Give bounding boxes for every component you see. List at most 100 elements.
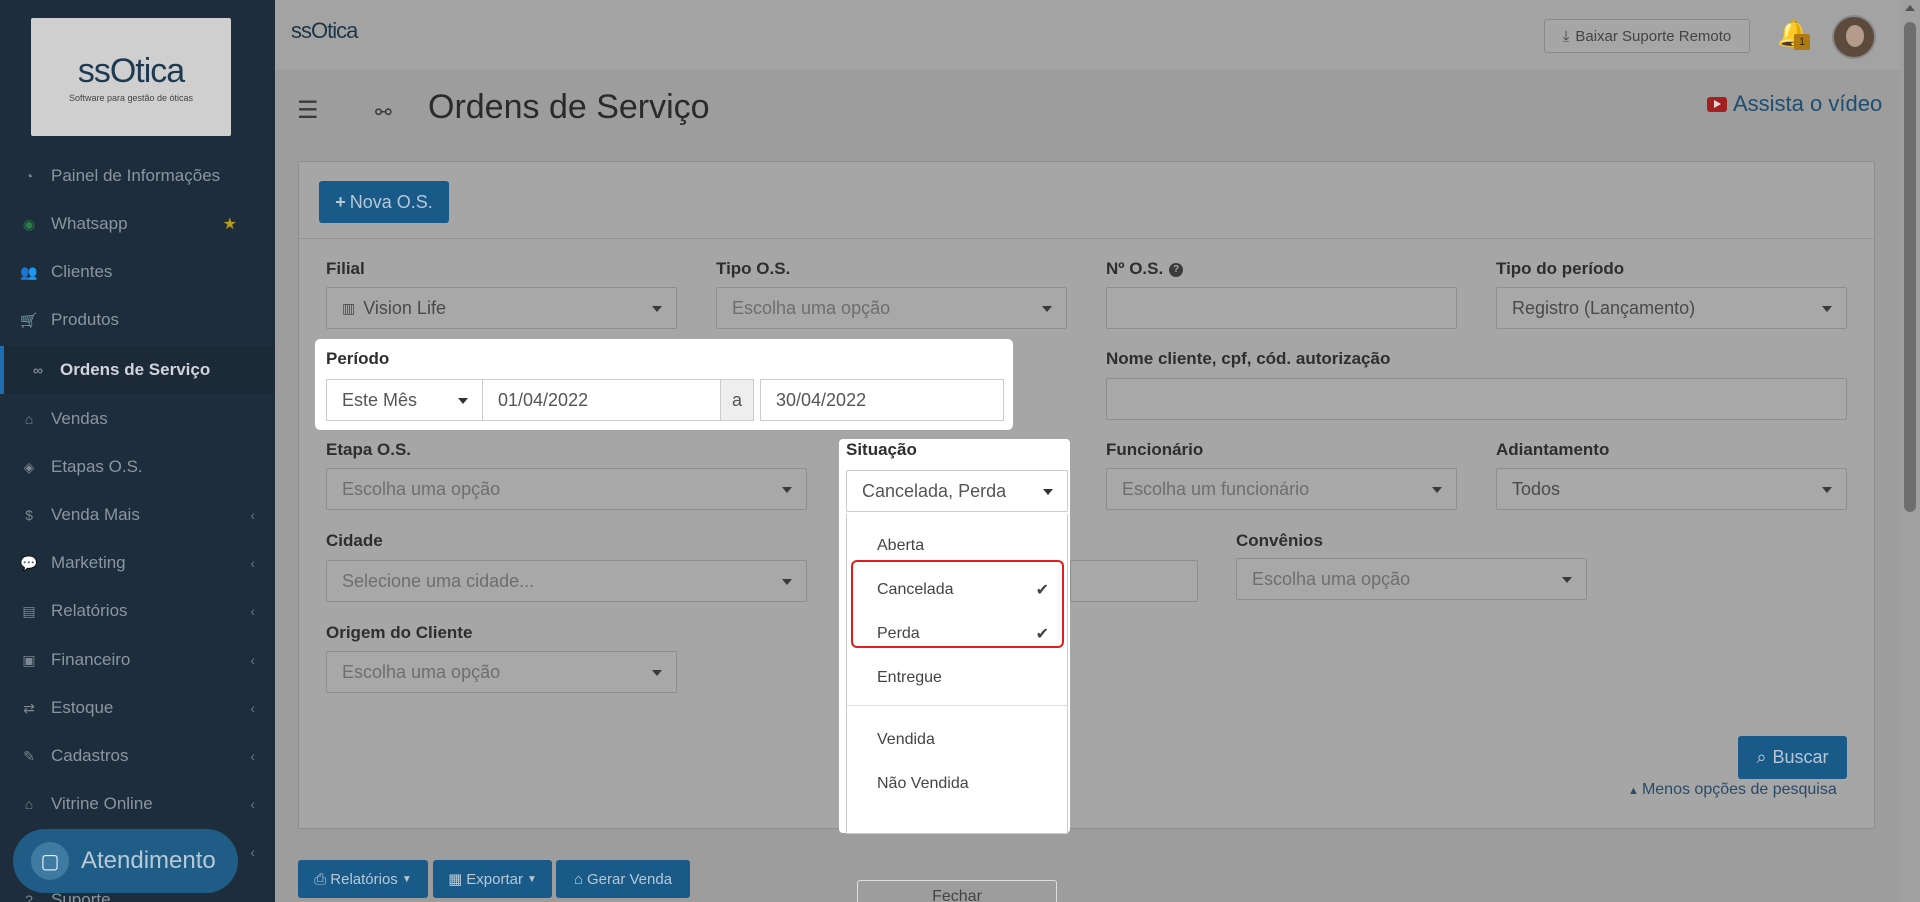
download-icon: ⤓	[1562, 27, 1570, 45]
sidebar-item-vendas[interactable]: ⌂ Vendas	[0, 395, 275, 443]
situacao-option-entregue[interactable]: Entregue	[847, 659, 1067, 697]
adiantamento-label: Adiantamento	[1496, 440, 1610, 459]
sidebar-item-vitrine[interactable]: ⌂ Vitrine Online ‹	[0, 780, 275, 828]
funcionario-select[interactable]: Escolha um funcionário	[1106, 468, 1457, 510]
nome-cliente-input[interactable]	[1106, 378, 1847, 420]
scrollbar-thumb[interactable]	[1904, 22, 1916, 512]
hidden-input-behind-dropdown[interactable]	[1070, 560, 1198, 602]
convenios-select[interactable]: Escolha uma opção	[1236, 558, 1587, 600]
baixar-suporte-button[interactable]: ⤓ Baixar Suporte Remoto	[1544, 19, 1750, 53]
assista-video-link[interactable]: Assista o vídeo	[1707, 91, 1882, 117]
support-icon: ?	[25, 892, 33, 902]
situacao-option-nao-vendida[interactable]: Não Vendida	[847, 765, 1067, 803]
search-icon: ⌕	[1756, 747, 1767, 767]
sidebar-item-estoque[interactable]: ⇄ Estoque ‹	[0, 684, 275, 732]
dropdown-divider	[847, 705, 1067, 706]
nova-os-button[interactable]: + Nova O.S.	[319, 181, 449, 223]
glasses-icon: ⚯	[375, 102, 392, 124]
glasses-icon: ∞	[33, 362, 43, 378]
chevron-left-icon: ‹	[250, 507, 255, 523]
whatsapp-icon: ◉	[22, 215, 36, 232]
etapa-os-select[interactable]: Escolha uma opção	[326, 468, 807, 510]
buscar-button[interactable]: ⌕ Buscar	[1738, 736, 1847, 779]
sidebar-item-label: Venda Mais	[51, 505, 140, 524]
sidebar-item-clientes[interactable]: 👥 Clientes	[0, 248, 275, 296]
sidebar-item-marketing[interactable]: 💬 Marketing ‹	[0, 539, 275, 587]
selected-options-highlight	[851, 560, 1064, 648]
sidebar-item-venda-mais[interactable]: $ Venda Mais ‹	[0, 491, 275, 539]
exportar-button[interactable]: ▦ Exportar ▼	[433, 860, 552, 898]
store-icon: ⌂	[24, 796, 34, 812]
sidebar-item-label: Marketing	[51, 553, 126, 572]
page-header: ☰ ⚯ Ordens de Serviço Assista o vídeo	[275, 70, 1900, 142]
scroll-up-arrow[interactable]	[1905, 5, 1915, 11]
buscar-label: Buscar	[1772, 747, 1829, 767]
sidebar-item-label: Vendas	[51, 409, 108, 428]
atendimento-button[interactable]: ▢ Atendimento	[13, 829, 238, 893]
sidebar-item-label: Painel de Informações	[51, 166, 221, 185]
menos-opcoes-link[interactable]: ▲ Menos opções de pesquisa	[1628, 781, 1837, 799]
origem-select[interactable]: Escolha uma opção	[326, 651, 677, 693]
sidebar-item-produtos[interactable]: 🛒 Produtos	[0, 296, 275, 344]
sidebar-item-financeiro[interactable]: ▣ Financeiro ‹	[0, 636, 275, 684]
topbar: ssOtica ⤓ Baixar Suporte Remoto 🔔 1	[275, 0, 1900, 70]
periodo-to-input[interactable]: 30/04/2022	[760, 379, 1004, 421]
help-icon[interactable]: ?	[1169, 262, 1184, 277]
sidebar-item-etapas[interactable]: ◈ Etapas O.S.	[0, 443, 275, 491]
sidebar-item-label: Etapas O.S.	[51, 457, 143, 476]
tipo-os-select[interactable]: Escolha uma opção	[716, 287, 1067, 329]
sidebar-item-label: Vitrine Online	[51, 794, 153, 813]
periodo-from-input[interactable]: 01/04/2022	[482, 379, 721, 421]
caret-down-icon	[1822, 306, 1832, 312]
sidebar-item-painel[interactable]: ◔ Painel de Informações	[0, 152, 275, 200]
sidebar-item-label: Financeiro	[51, 650, 131, 669]
sidebar-logo[interactable]: ssOtica Software para gestão de óticas	[31, 18, 231, 136]
scrollbar[interactable]	[1900, 0, 1920, 902]
periodo-separator: a	[720, 379, 754, 421]
periodo-preset-value: Este Mês	[342, 389, 418, 410]
money-icon: ▣	[22, 651, 36, 668]
tipo-periodo-select[interactable]: Registro (Lançamento)	[1496, 287, 1847, 329]
sidebar-item-relatorios[interactable]: ▤ Relatórios ‹	[0, 587, 275, 635]
option-label: Entregue	[877, 669, 942, 686]
topbar-logo[interactable]: ssOtica	[291, 18, 358, 44]
sidebar-item-ordens[interactable]: ∞ Ordens de Serviço	[0, 346, 275, 394]
periodo-to-value: 30/04/2022	[776, 389, 867, 410]
situacao-option-vendida[interactable]: Vendida	[847, 721, 1067, 759]
funcionario-placeholder: Escolha um funcionário	[1122, 478, 1310, 499]
caret-up-icon: ▲	[1628, 785, 1642, 797]
filial-select[interactable]: ▥ Vision Life	[326, 287, 677, 329]
gerar-venda-button[interactable]: ⌂ Gerar Venda	[556, 860, 690, 898]
cart-icon: 🛒	[20, 311, 38, 328]
logo-tagline: Software para gestão de óticas	[68, 92, 194, 103]
tag-icon: ◈	[23, 458, 35, 475]
file-excel-icon: ▦	[448, 871, 463, 888]
cidade-label: Cidade	[326, 531, 383, 550]
report-icon: ▤	[22, 602, 36, 619]
cidade-select[interactable]: Selecione uma cidade...	[326, 560, 807, 602]
periodo-preset-select[interactable]: Este Mês	[326, 379, 483, 421]
hamburger-icon[interactable]: ☰	[297, 96, 319, 125]
sidebar-item-cadastros[interactable]: ✎ Cadastros ‹	[0, 732, 275, 780]
tipo-periodo-value: Registro (Lançamento)	[1512, 297, 1696, 318]
caret-down-icon	[782, 487, 792, 493]
avatar[interactable]	[1832, 15, 1876, 59]
cidade-placeholder: Selecione uma cidade...	[342, 570, 535, 591]
dollar-icon: $	[25, 507, 33, 523]
periodo-from-value: 01/04/2022	[498, 389, 589, 410]
star-icon[interactable]: ★	[223, 214, 237, 234]
relatorios-button[interactable]: ⎙ Relatórios ▼	[298, 860, 428, 898]
situacao-select[interactable]: Cancelada, Perda	[846, 470, 1068, 512]
numero-os-input[interactable]	[1106, 287, 1457, 329]
origem-placeholder: Escolha uma opção	[342, 661, 501, 682]
etapa-os-placeholder: Escolha uma opção	[342, 478, 501, 499]
caret-down-icon	[1562, 577, 1572, 583]
fechar-button[interactable]: Fechar	[857, 880, 1057, 902]
origem-label: Origem do Cliente	[326, 623, 473, 642]
situacao-value: Cancelada, Perda	[862, 480, 1007, 501]
assista-video-label: Assista o vídeo	[1733, 91, 1883, 116]
adiantamento-select[interactable]: Todos	[1496, 468, 1847, 510]
caret-down-icon	[652, 670, 662, 676]
etapa-os-label: Etapa O.S.	[326, 440, 412, 459]
sidebar-item-whatsapp[interactable]: ◉ Whatsapp ★	[0, 200, 275, 248]
